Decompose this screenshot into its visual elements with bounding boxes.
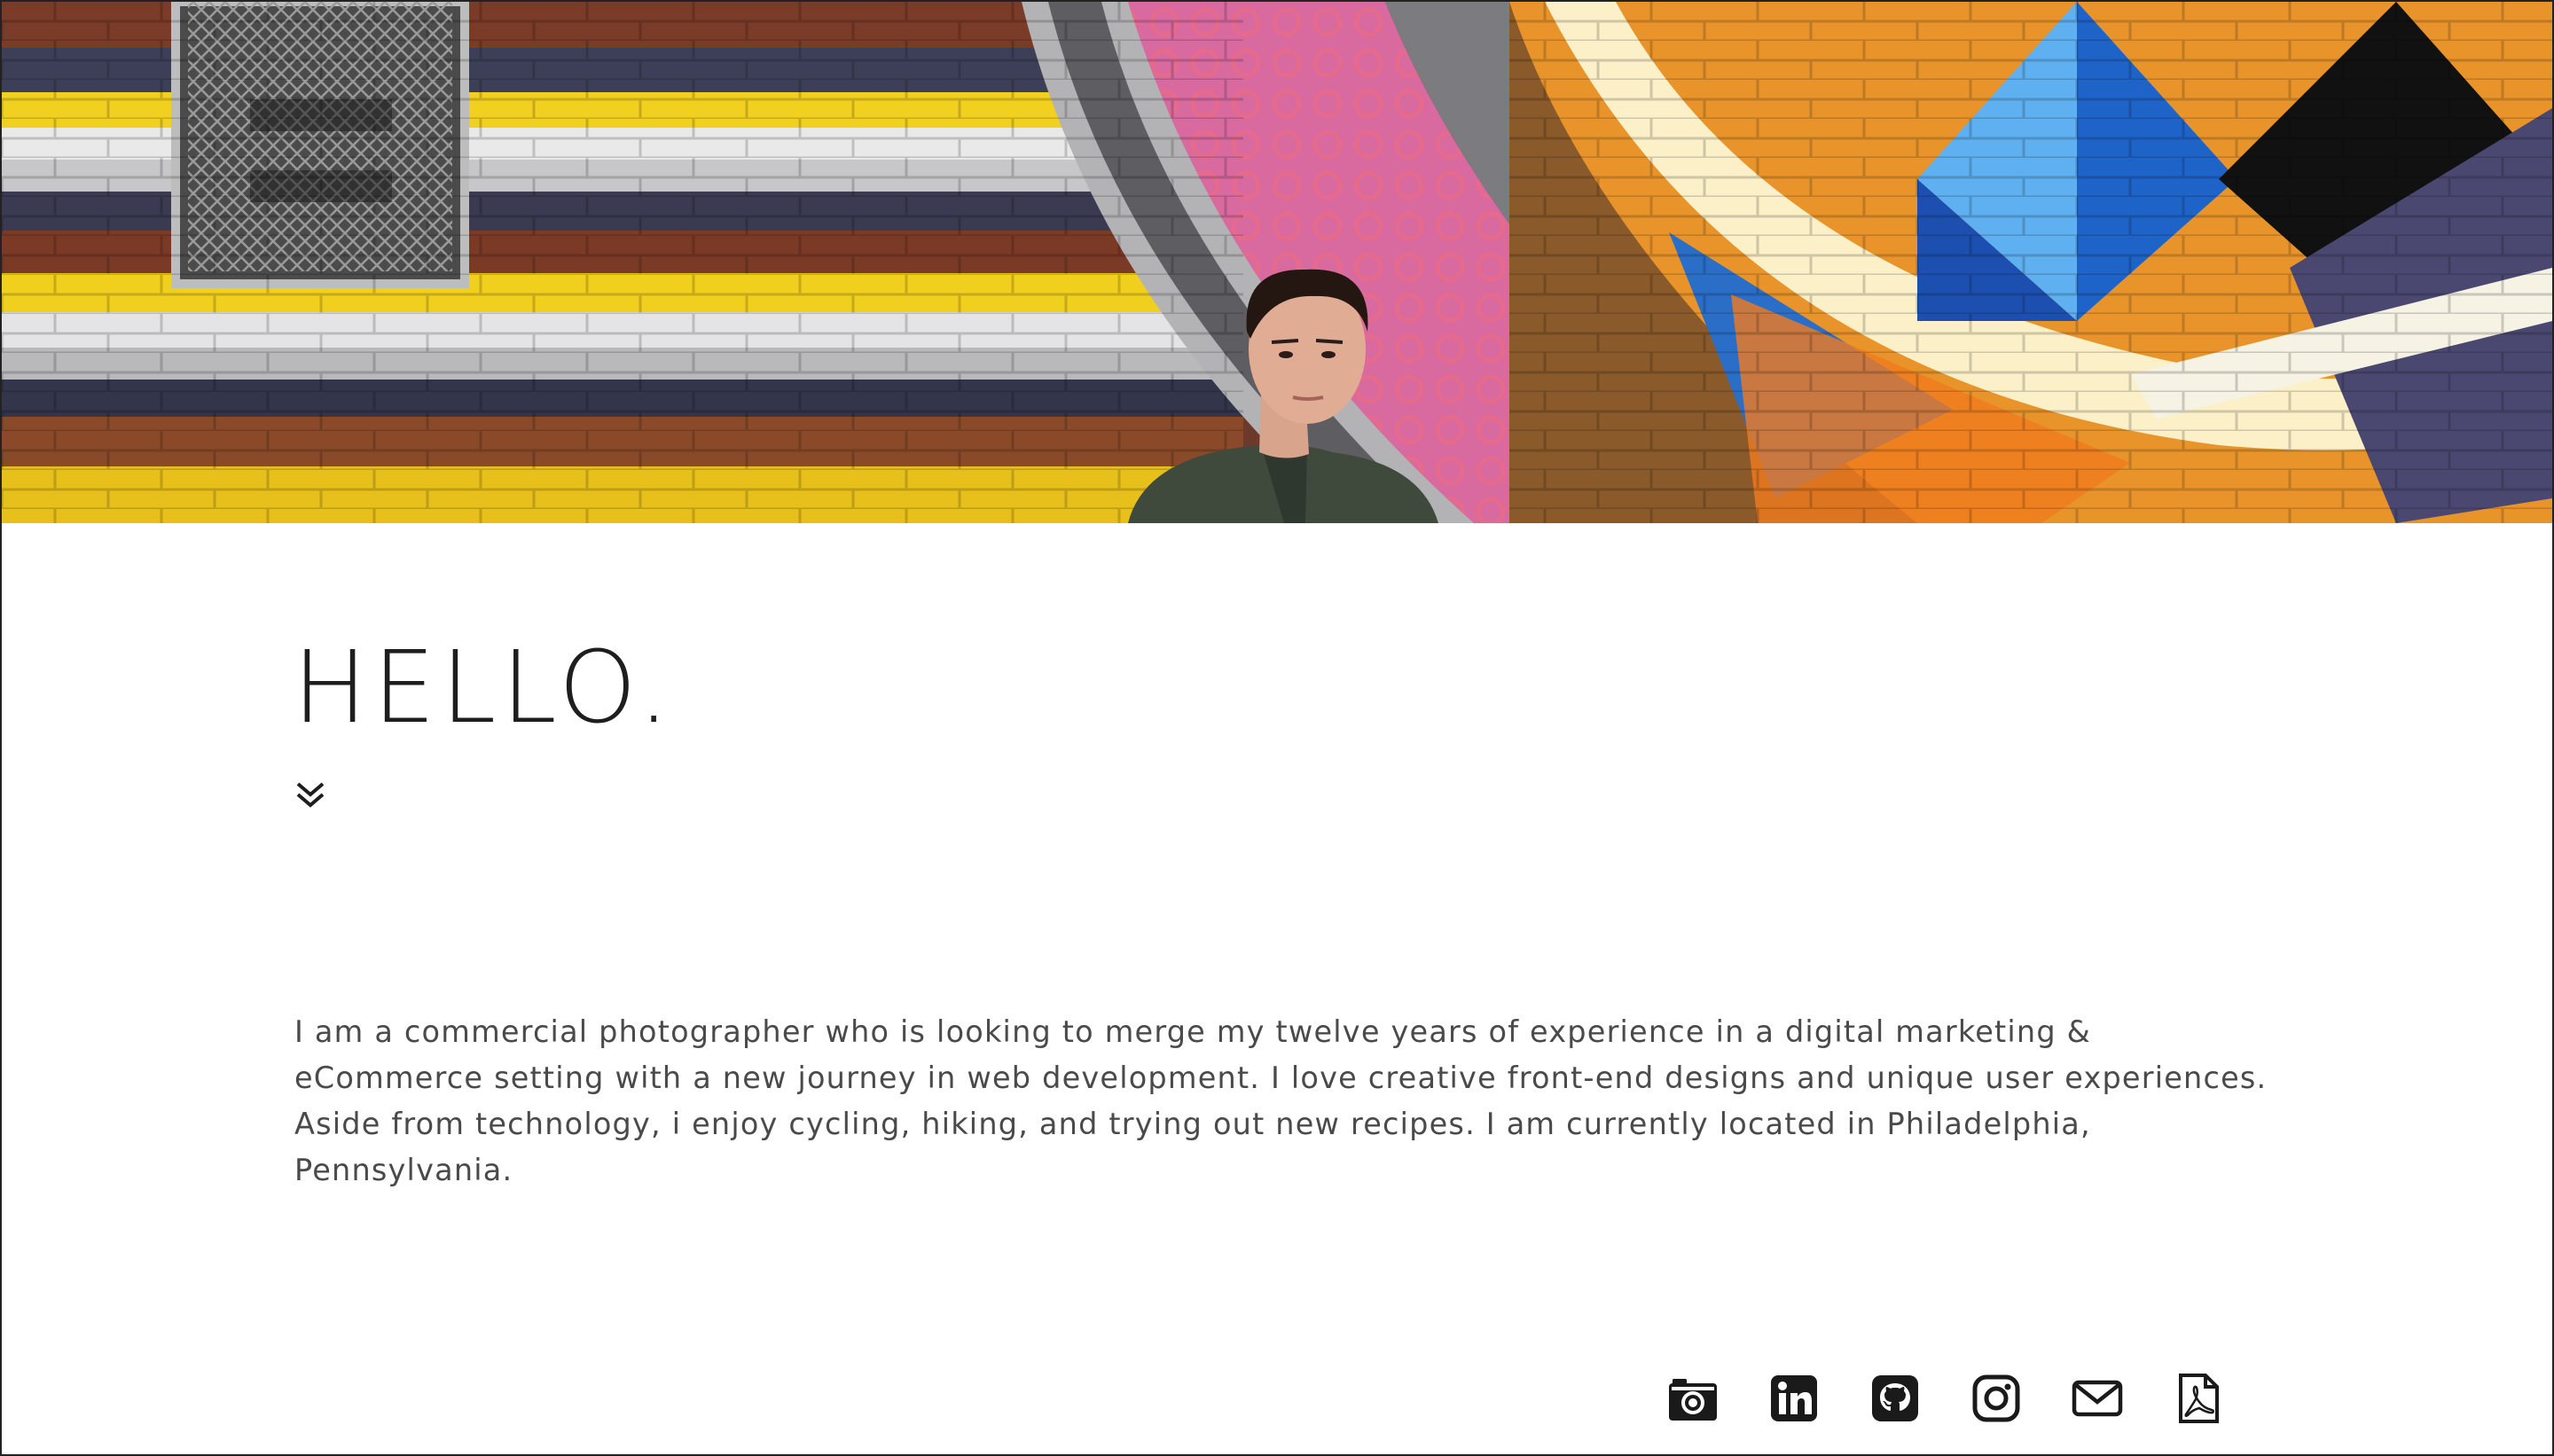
pdf-resume-icon bbox=[2179, 1374, 2219, 1423]
email-link[interactable] bbox=[2072, 1373, 2123, 1424]
email-icon bbox=[2072, 1380, 2123, 1417]
instagram-icon bbox=[1972, 1374, 2020, 1422]
camera-link[interactable] bbox=[1667, 1373, 1719, 1424]
github-icon bbox=[1872, 1375, 1918, 1421]
chevron-down-icon[interactable] bbox=[294, 779, 326, 810]
instagram-link[interactable] bbox=[1970, 1373, 2022, 1424]
resume-pdf-link[interactable] bbox=[2173, 1373, 2224, 1424]
page-title: HELLO. bbox=[293, 630, 676, 746]
github-link[interactable] bbox=[1869, 1373, 1921, 1424]
linkedin-link[interactable] bbox=[1768, 1373, 1820, 1424]
hero-banner bbox=[2, 2, 2552, 523]
bio-paragraph: I am a commercial photographer who is lo… bbox=[294, 1014, 2268, 1187]
linkedin-icon bbox=[1771, 1375, 1817, 1421]
page-frame: HELLO. I am a commercial photographer wh… bbox=[0, 0, 2554, 1456]
hero-mural-image bbox=[2, 2, 2552, 523]
social-links bbox=[1667, 1373, 2224, 1424]
camera-icon bbox=[1669, 1379, 1717, 1421]
